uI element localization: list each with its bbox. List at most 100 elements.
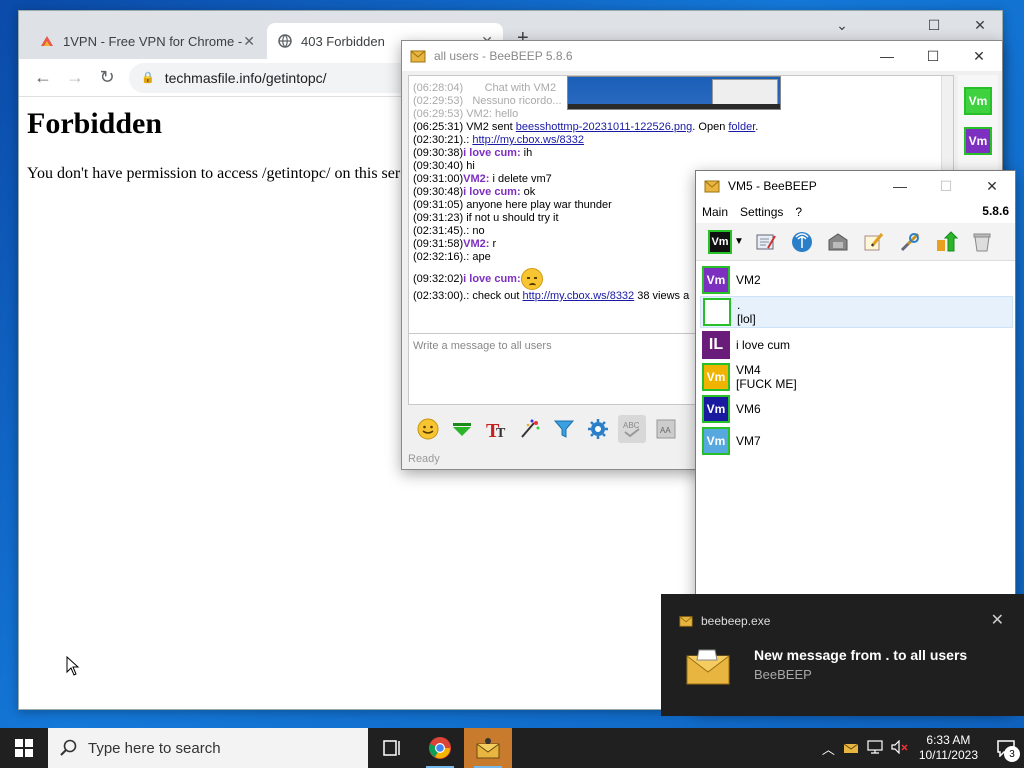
clock[interactable]: 6:33 AM 10/11/2023	[919, 733, 978, 763]
maximize-button[interactable]: ☐	[911, 17, 957, 34]
list-item[interactable]: . [lol]	[700, 296, 1013, 328]
status-selector[interactable]: Vm ▼	[708, 229, 744, 254]
user-name: VM7	[736, 433, 761, 448]
chat-text: ape	[469, 251, 491, 263]
chrome-icon	[429, 737, 451, 759]
chat-link[interactable]: http://my.cbox.ws/8332	[522, 290, 634, 302]
action-center-button[interactable]: 3	[988, 728, 1024, 768]
titlebar: all users - BeeBEEP 5.8.6 — ☐ ✕	[402, 41, 1002, 71]
url-text: techmasfile.info/getintopc/	[164, 69, 327, 86]
chat-user: VM2:	[463, 173, 490, 185]
my-avatar: Vm	[708, 229, 732, 254]
user-name: VM6	[736, 401, 761, 416]
taskbar: Type here to search ︿ 6:33 AM 10/11/2023…	[0, 728, 1024, 768]
chat-link[interactable]: beesshottmp-20231011-122526.png	[516, 121, 693, 133]
clock-date: 10/11/2023	[918, 748, 978, 762]
system-tray: ︿ 6:33 AM 10/11/2023 3	[818, 728, 1024, 768]
chat-time: (09:31:05)	[413, 199, 464, 211]
menu-settings[interactable]: Settings	[740, 205, 783, 219]
avatar[interactable]: Vm	[964, 87, 992, 115]
avatar: IL	[702, 330, 730, 359]
chat-time: (02:33:00)	[413, 290, 464, 302]
notification-title: New message from . to all users	[754, 647, 968, 663]
avatar: Vm	[702, 265, 730, 294]
list-item[interactable]: Vm VM2	[700, 264, 1013, 295]
notification-toast[interactable]: beebeep.exe ✕ New message from . to all …	[661, 594, 1024, 716]
avatar[interactable]: Vm	[964, 127, 992, 155]
font-icon[interactable]: TT	[482, 415, 510, 443]
close-button[interactable]: ✕	[956, 41, 1002, 71]
close-tab-icon[interactable]: ✕	[243, 33, 255, 50]
globe-icon	[277, 33, 293, 49]
svg-text:T: T	[496, 426, 506, 441]
update-icon[interactable]	[932, 228, 960, 256]
edit-profile-icon[interactable]	[752, 228, 780, 256]
send-icon[interactable]	[448, 415, 476, 443]
screenshot-thumbnail[interactable]	[567, 76, 781, 110]
user-name: i love cum	[736, 337, 791, 352]
menu-main[interactable]: Main	[702, 205, 728, 219]
lock-icon[interactable]: 🔒	[141, 71, 155, 84]
list-item[interactable]: Vm VM4 [FUCK ME]	[700, 361, 1013, 392]
chrome-taskbar-button[interactable]	[416, 728, 464, 768]
chat-text: anyone here play war thunder	[463, 199, 612, 211]
chat-text: if not u should try it	[463, 212, 559, 224]
back-button[interactable]: ←	[27, 62, 59, 94]
search-box[interactable]: Type here to search	[48, 728, 368, 768]
chevron-up-icon[interactable]: ︿	[822, 739, 835, 758]
maximize-button[interactable]: ☐	[910, 41, 956, 71]
start-button[interactable]	[0, 728, 48, 768]
forward-button[interactable]: →	[59, 62, 91, 94]
chat-time: (09:31:58)	[413, 238, 464, 250]
mailbox-icon[interactable]	[824, 228, 852, 256]
minimize-button[interactable]: —	[877, 171, 923, 201]
spellcheck-icon[interactable]: ABC	[618, 415, 646, 443]
search-placeholder: Type here to search	[88, 739, 221, 757]
svg-text:AA: AA	[660, 426, 671, 435]
chat-line: (06:25:31) VM2 sent beesshottmp-20231011…	[413, 121, 949, 134]
tab-1vpn[interactable]: 1VPN - Free VPN for Chrome - C ✕	[29, 23, 265, 59]
task-view-icon	[383, 740, 400, 756]
task-view-button[interactable]	[368, 728, 416, 768]
chat-text: 38 views a	[634, 290, 690, 302]
chat-time: (02:30:21)	[413, 134, 464, 146]
trash-icon[interactable]	[968, 228, 996, 256]
emoticon-icon[interactable]	[414, 415, 442, 443]
chat-toolbar: TT ABC AA	[408, 411, 698, 447]
write-note-icon[interactable]	[860, 228, 888, 256]
maximize-button[interactable]: ☐	[923, 171, 969, 201]
notification-app: beebeep.exe	[701, 614, 771, 628]
user-list: Vm VM2 . [lol] IL i love cum Vm VM4 [FUCK …	[696, 261, 1015, 456]
close-window-button[interactable]: ✕	[957, 17, 1003, 34]
color-icon[interactable]	[516, 415, 544, 443]
network-icon[interactable]	[867, 739, 883, 757]
minimize-button[interactable]: —	[864, 41, 910, 71]
font-size-icon[interactable]: AA	[652, 415, 680, 443]
settings-gear-icon[interactable]	[584, 415, 612, 443]
chevron-down-icon[interactable]: ⌄	[819, 17, 865, 34]
filter-icon[interactable]	[550, 415, 578, 443]
mouse-cursor-icon	[66, 656, 80, 676]
chat-time: (06:25:31)	[413, 121, 464, 133]
close-button[interactable]: ✕	[969, 171, 1015, 201]
list-item[interactable]: Vm VM6	[700, 393, 1013, 424]
chat-time: (09:30:38)	[413, 147, 464, 159]
chat-text: VM2 sent	[463, 121, 516, 133]
volume-muted-icon[interactable]	[891, 739, 909, 757]
reload-button[interactable]: ↻	[91, 62, 123, 94]
open-folder-link[interactable]: folder	[728, 121, 755, 133]
list-item[interactable]: IL i love cum	[700, 329, 1013, 360]
network-icon[interactable]	[788, 228, 816, 256]
chat-line: (09:30:38)i love cum: ih	[413, 147, 949, 160]
list-item[interactable]: Vm VM7	[700, 425, 1013, 456]
menu-help[interactable]: ?	[795, 205, 802, 219]
avatar	[703, 298, 731, 326]
tools-icon[interactable]	[896, 228, 924, 256]
close-icon[interactable]: ✕	[991, 610, 1004, 630]
chat-text: .	[755, 121, 759, 133]
beebeep-taskbar-button[interactable]	[464, 728, 512, 768]
message-input[interactable]: Write a message to all users	[408, 333, 698, 405]
chat-link[interactable]: http://my.cbox.ws/8332	[472, 134, 584, 146]
beebeep-tray-icon[interactable]	[843, 740, 859, 757]
beebeep-app-icon	[679, 616, 693, 627]
